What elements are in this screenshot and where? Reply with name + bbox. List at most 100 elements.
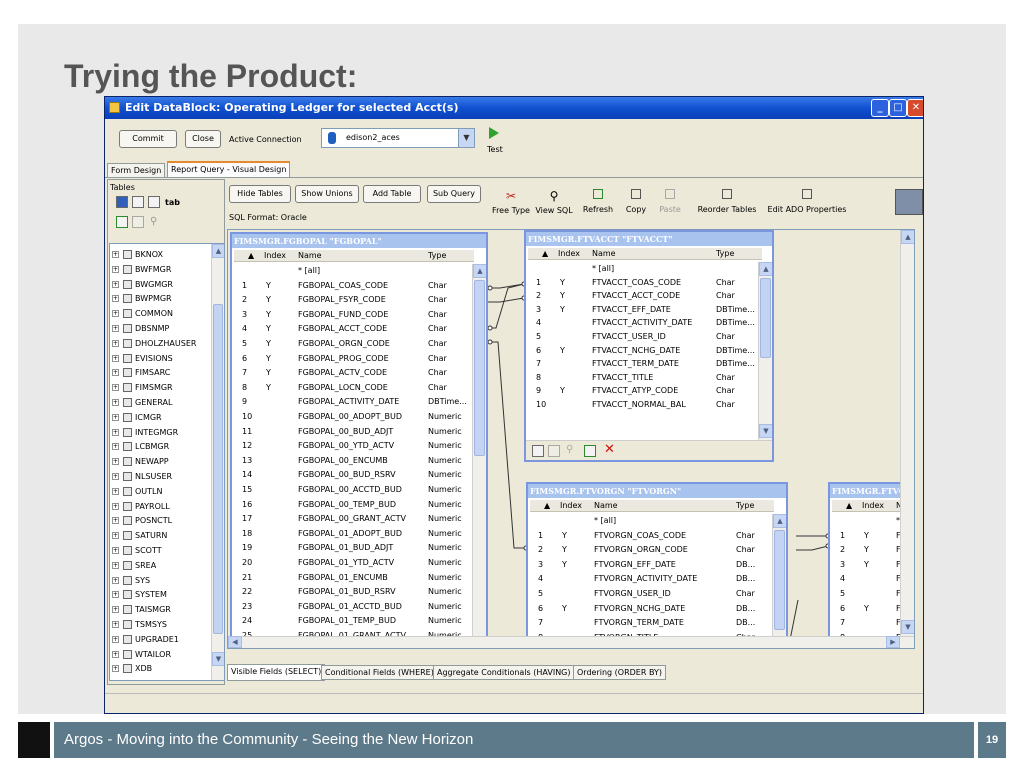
expand-icon[interactable]: + [112,606,119,614]
fields-icon[interactable] [532,445,544,457]
tree-item-schema[interactable]: + SREA [112,559,156,572]
paste-tool[interactable]: Paste [657,189,683,214]
table-scrollbar[interactable]: ▲ ▼ [758,262,772,440]
scroll-down-icon[interactable]: ▼ [759,424,772,438]
expand-icon[interactable]: + [112,265,119,273]
expand-icon[interactable]: + [112,325,119,332]
col-index[interactable]: Index [862,500,884,512]
tab-conditional-fields[interactable]: Conditional Fields (WHERE) [321,665,438,680]
tab-ordering[interactable]: Ordering (ORDER BY) [573,665,666,680]
expand-icon[interactable]: + [112,339,119,347]
tree-item-schema[interactable]: + FIMSMGR [112,381,173,394]
expand-icon[interactable]: + [112,621,119,628]
test-run-icon[interactable] [489,127,499,139]
table-scrollbar[interactable]: ▲ [772,514,786,648]
tree-item-schema[interactable]: + SCOTT [112,544,162,557]
free-type-tool[interactable]: ✂ Free Type [491,189,531,215]
expand-icon[interactable]: + [112,280,119,288]
sort-icon[interactable]: ▲ [846,500,852,512]
expand-icon[interactable]: + [112,487,119,495]
expand-icon[interactable]: + [112,532,119,540]
tree-item-schema[interactable]: + TAISMGR [112,603,171,616]
schema-tree[interactable]: + BKNOX + BWFMGR + BWGMGR + BWPMGR + COMMON + DBSNM… [109,243,225,681]
scroll-right-icon[interactable]: ▶ [886,636,900,648]
scroll-up-icon[interactable]: ▲ [212,244,224,258]
tab-visible-fields[interactable]: Visible Fields (SELECT) [227,664,326,681]
copy-tool[interactable]: Copy [623,189,649,214]
refresh-icon[interactable] [584,445,596,457]
expand-icon[interactable]: + [112,354,119,362]
expand-icon[interactable]: + [112,635,119,643]
canvas-vscrollbar[interactable]: ▲ ▼ [900,230,914,636]
tree-item-schema[interactable]: + ICMGR [112,411,162,424]
tree-item-schema[interactable]: + INTEGMGR [112,426,178,439]
sub-query-button[interactable]: Sub Query [427,185,481,203]
close-button[interactable]: Close [185,130,221,148]
tree-item-schema[interactable]: + POSNCTL [112,514,172,527]
tree-item-schema[interactable]: + EVISIONS [112,352,173,365]
tab-aggregate-conditionals[interactable]: Aggregate Conditionals (HAVING) [433,665,575,680]
tree-item-schema[interactable]: + NEWAPP [112,455,169,468]
view-sql-tool[interactable]: ⚲ View SQL [535,189,573,215]
query-design-canvas[interactable]: FIMSMGR.FGBOPAL "FGBOPAL" ▲ Index Name T… [227,229,915,649]
tree-item-schema[interactable]: + NLSUSER [112,470,172,483]
view-list-icon[interactable] [132,196,144,208]
tree-item-schema[interactable]: + UPGRADE1 [112,633,179,646]
scroll-left-icon[interactable]: ◀ [228,636,242,648]
expand-icon[interactable]: + [112,576,119,584]
table-title[interactable]: FIMSMGR.FGBOPAL "FGBOPAL" [232,234,486,248]
tab-report-query-visual-design[interactable]: Report Query - Visual Design [167,161,291,178]
tree-item-schema[interactable]: + LCBMGR [112,440,169,453]
show-unions-button[interactable]: Show Unions [295,185,359,203]
expand-icon[interactable]: + [112,547,119,554]
list-icon[interactable] [548,445,560,457]
refresh-tool[interactable]: Refresh [581,189,615,214]
tree-item-schema[interactable]: + TSMSYS [112,618,167,631]
scroll-up-icon[interactable]: ▲ [773,514,786,528]
close-icon[interactable]: ✕ [907,99,923,117]
expand-icon[interactable]: + [112,517,119,525]
tree-item-schema[interactable]: + COMMON [112,307,173,320]
tree-item-schema[interactable]: + DHOLZHAUSER [112,337,196,350]
test-label[interactable]: Test [487,145,503,154]
expand-icon[interactable]: + [112,561,119,569]
scroll-up-icon[interactable]: ▲ [473,264,486,278]
expand-icon[interactable]: + [112,443,119,451]
col-type[interactable]: Type [736,500,754,512]
add-table-button[interactable]: Add Table [363,185,421,203]
col-name[interactable]: Name [594,500,618,512]
tree-item-schema[interactable]: + BKNOX [112,248,163,261]
tree-scrollbar[interactable]: ▲ ▼ [211,244,224,680]
tree-item-schema[interactable]: + GENERAL [112,396,172,409]
tree-item-schema[interactable]: + FIMSARC [112,366,170,379]
expand-icon[interactable]: + [112,650,119,658]
scroll-thumb[interactable] [474,280,485,456]
remove-table-icon[interactable]: ✕ [604,442,615,457]
search-icon[interactable]: ⚲ [150,216,157,227]
commit-button[interactable]: Commit [119,130,177,148]
scroll-up-icon[interactable]: ▲ [759,262,772,276]
expand-icon[interactable]: + [112,251,119,258]
scroll-thumb[interactable] [213,304,223,634]
tree-item-schema[interactable]: + XDB [112,662,152,675]
tree-item-schema[interactable]: + SYS [112,574,150,587]
sort-icon[interactable]: ▲ [544,500,550,512]
expand-icon[interactable]: + [112,384,119,392]
expand-icon[interactable]: + [112,310,119,318]
table-scrollbar[interactable]: ▲ [472,264,486,648]
expand-icon[interactable]: + [112,591,119,599]
expand-icon[interactable]: + [112,428,119,436]
expand-icon[interactable]: + [112,413,119,421]
tree-item-schema[interactable]: + DBSNMP [112,322,169,335]
table-window-ftvorgn[interactable]: FIMSMGR.FTVORGN "FTVORGN" ▲ Index Name T… [526,482,788,648]
tree-item-schema[interactable]: + SYSTEM [112,588,167,601]
tab-icon-label[interactable]: tab [165,198,180,207]
scroll-thumb[interactable] [760,278,771,358]
expand-icon[interactable]: + [112,473,119,480]
canvas-hscrollbar[interactable]: ◀ ▶ [228,636,914,648]
view-details-icon[interactable] [148,196,160,208]
col-name[interactable]: Name [298,250,322,262]
scroll-up-icon[interactable]: ▲ [901,230,914,244]
edit-ado-properties-tool[interactable]: Edit ADO Properties [767,189,847,214]
expand-icon[interactable]: + [112,369,119,377]
